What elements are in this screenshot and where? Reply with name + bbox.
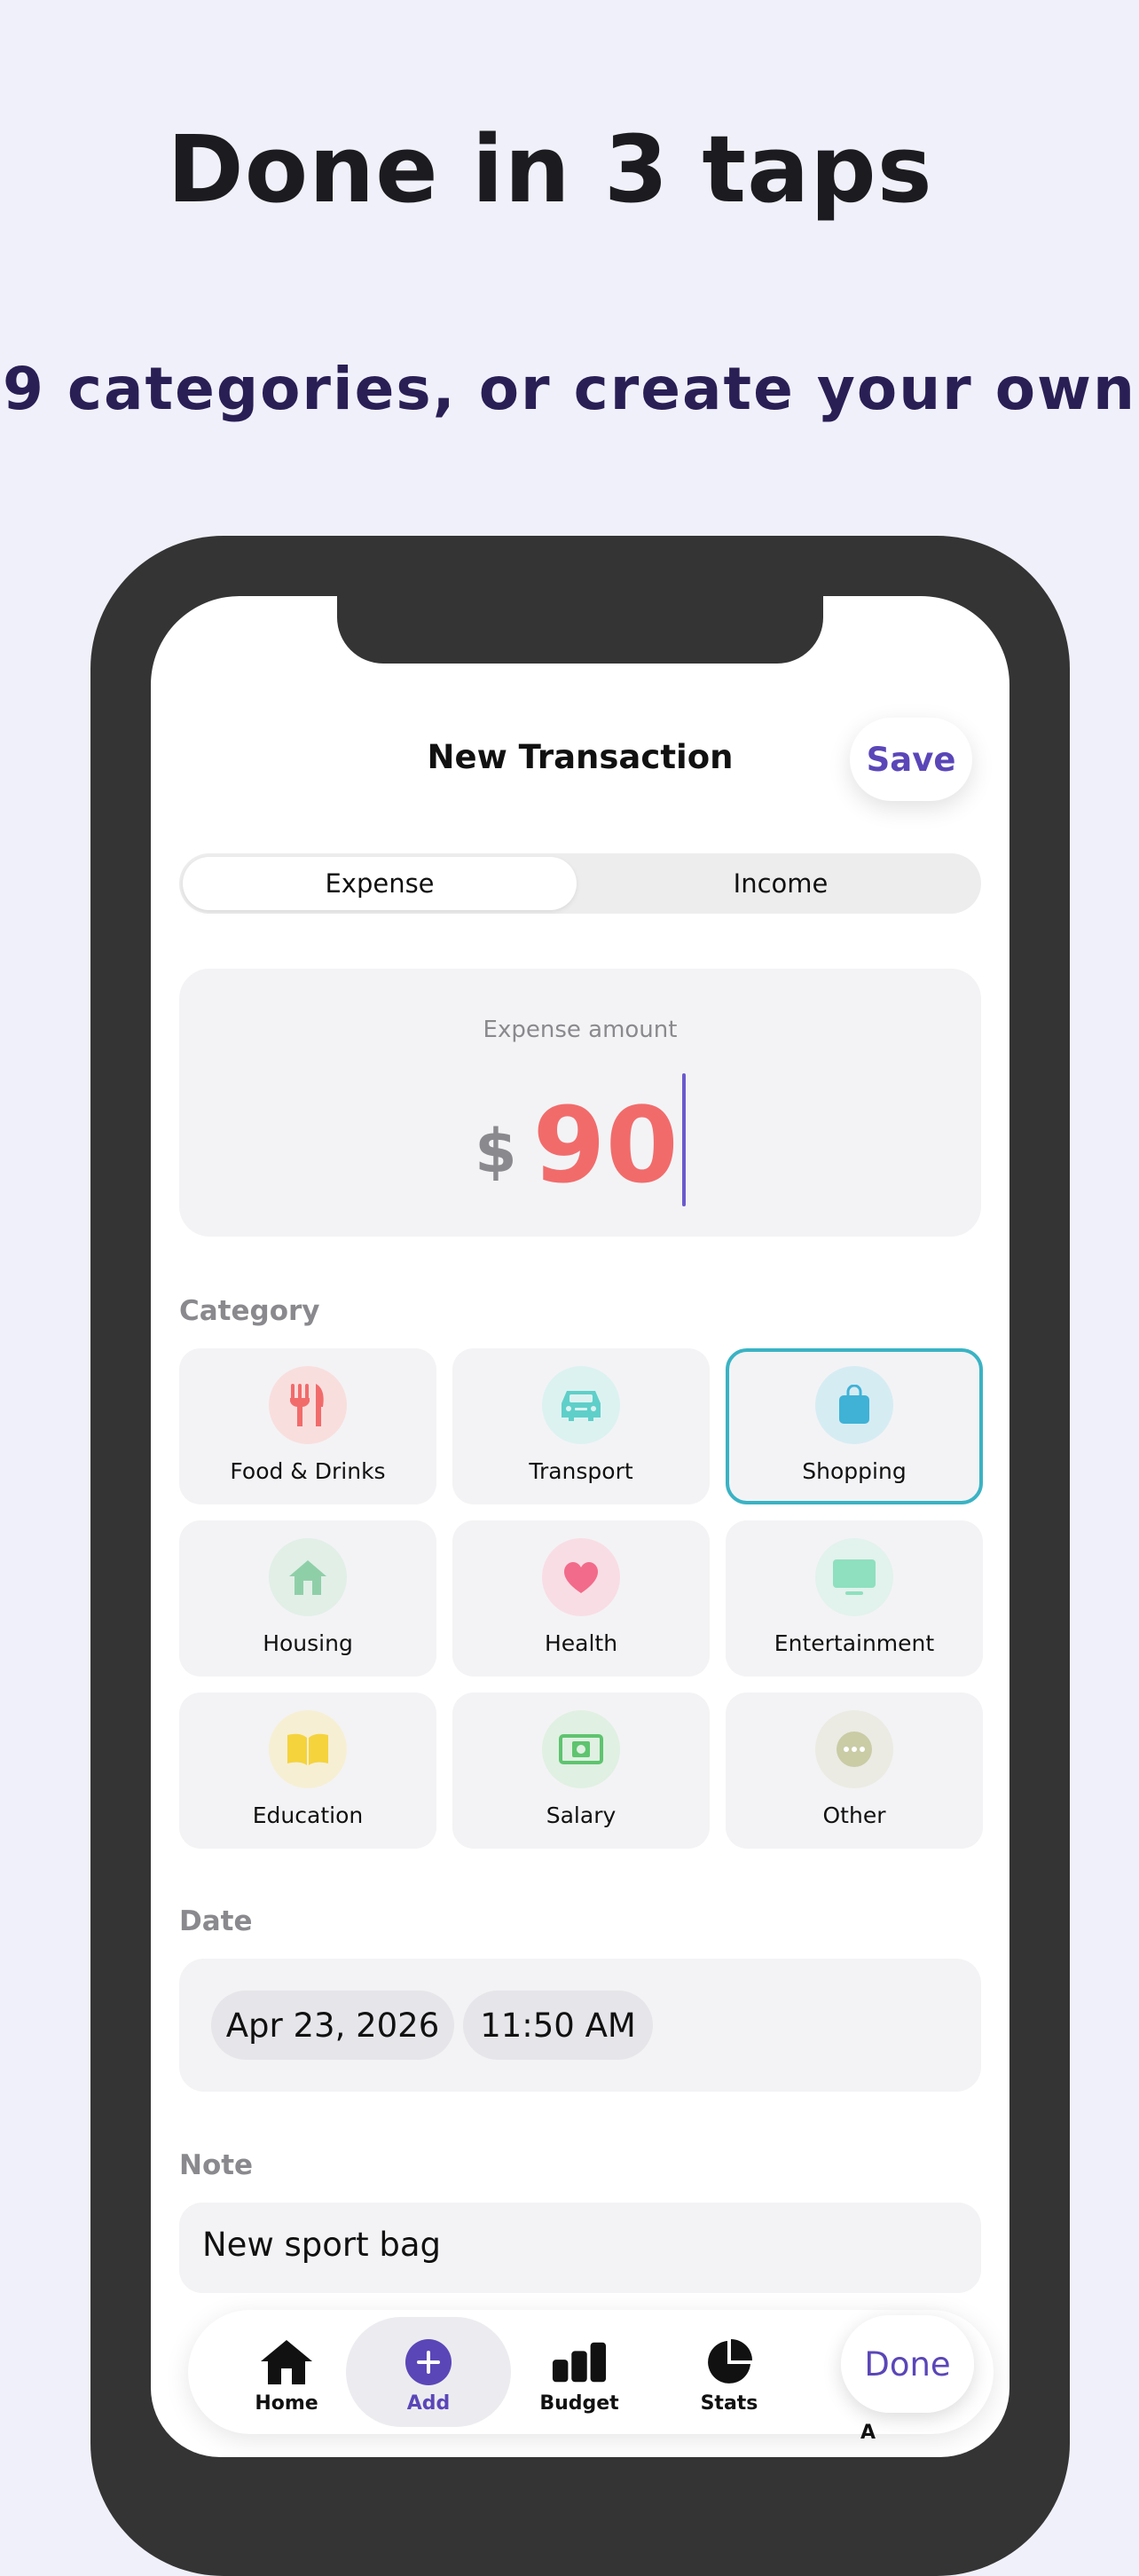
note-field[interactable]: New sport bag (179, 2203, 981, 2293)
house-icon (258, 2337, 315, 2387)
done-button[interactable]: Done (841, 2315, 974, 2413)
house-icon (269, 1538, 347, 1616)
plus-circle-icon (400, 2337, 457, 2387)
tv-icon (815, 1538, 893, 1616)
shopping-bag-icon (815, 1366, 893, 1444)
tab-label: Home (255, 2392, 318, 2415)
tab-home[interactable]: Home (204, 2317, 369, 2427)
phone-screen: New Transaction Save Expense Income Expe… (151, 596, 1009, 2457)
category-label: Education (252, 1802, 364, 1828)
book-icon (269, 1710, 347, 1788)
pie-chart-icon (701, 2337, 758, 2387)
heart-icon (542, 1538, 620, 1616)
category-education[interactable]: Education (179, 1692, 436, 1849)
marketing-headline: Done in 3 taps (167, 115, 933, 224)
category-label: Salary (546, 1802, 617, 1828)
tab-add[interactable]: Add (346, 2317, 511, 2427)
ellipsis-icon (815, 1710, 893, 1788)
tab-label: Add (406, 2392, 451, 2415)
category-grid: Food & Drinks Transport Shopping Housing… (179, 1348, 983, 1849)
currency-symbol: $ (475, 1117, 517, 1187)
phone-notch (337, 596, 823, 664)
banknote-icon (542, 1710, 620, 1788)
segment-income[interactable]: Income (584, 857, 978, 910)
segment-expense[interactable]: Expense (183, 857, 577, 910)
note-value[interactable]: New sport bag (202, 2226, 441, 2264)
category-other[interactable]: Other (726, 1692, 983, 1849)
amount-value[interactable]: 90 (533, 1093, 679, 1198)
category-label: Food & Drinks (230, 1458, 386, 1484)
amount-input-card[interactable]: Expense amount $ 90 (179, 969, 981, 1237)
note-section-label: Note (179, 2149, 254, 2181)
category-label: Other (822, 1802, 886, 1828)
category-section-label: Category (179, 1295, 320, 1327)
category-health[interactable]: Health (452, 1520, 710, 1677)
category-label: Health (544, 1630, 618, 1656)
category-entertainment[interactable]: Entertainment (726, 1520, 983, 1677)
tab-label: Budget (539, 2392, 619, 2415)
fork-knife-icon (269, 1366, 347, 1444)
text-caret (681, 1073, 686, 1206)
category-label: Entertainment (774, 1630, 935, 1656)
category-label: Housing (263, 1630, 353, 1656)
car-icon (542, 1366, 620, 1444)
tab-partial-label: A (860, 2422, 876, 2444)
tab-label: Stats (700, 2392, 758, 2415)
bar-chart-icon (551, 2337, 608, 2387)
category-housing[interactable]: Housing (179, 1520, 436, 1677)
date-card: Apr 23, 2026 11:50 AM (179, 1959, 981, 2092)
date-section-label: Date (179, 1905, 253, 1937)
category-label: Transport (529, 1458, 633, 1484)
tab-stats[interactable]: Stats (647, 2317, 812, 2427)
transaction-type-toggle: Expense Income (179, 853, 981, 914)
category-transport[interactable]: Transport (452, 1348, 710, 1504)
category-shopping[interactable]: Shopping (726, 1348, 983, 1504)
save-button[interactable]: Save (850, 718, 972, 801)
amount-label: Expense amount (483, 1017, 678, 1043)
category-food-drinks[interactable]: Food & Drinks (179, 1348, 436, 1504)
amount-row: $ 90 (179, 1064, 981, 1206)
category-salary[interactable]: Salary (452, 1692, 710, 1849)
category-label: Shopping (802, 1458, 907, 1484)
marketing-subheadline: 9 categories, or create your own (2, 355, 1137, 423)
tab-budget[interactable]: Budget (497, 2317, 662, 2427)
date-picker[interactable]: Apr 23, 2026 (211, 1991, 454, 2060)
time-picker[interactable]: 11:50 AM (463, 1991, 653, 2060)
